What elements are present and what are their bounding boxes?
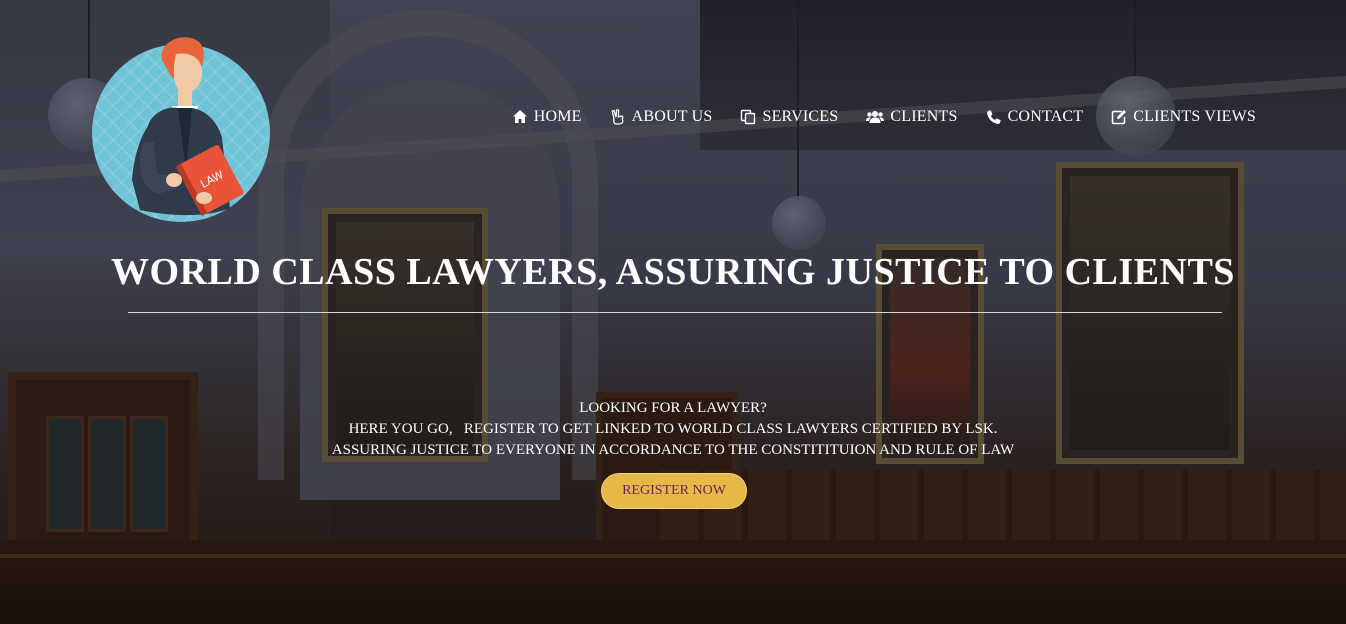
nav-contact-label: CONTACT [1007,108,1084,125]
home-icon [512,110,527,123]
nav-services[interactable]: SERVICES [740,108,838,126]
nav-clients-label: CLIENTS [890,108,958,125]
nav-services-label: SERVICES [762,108,839,125]
hero-divider [128,312,1222,313]
hero-description: LOOKING FOR A LAWYER? HERE YOU GO, REGIS… [0,398,1346,461]
edit-icon [1112,110,1127,125]
nav-home-label: HOME [533,108,582,125]
nav-contact[interactable]: CONTACT [986,108,1084,126]
site-logo[interactable]: LAW [92,37,270,222]
nav-clients[interactable]: CLIENTS [866,108,957,126]
hero-title: WORLD CLASS LAWYERS, ASSURING JUSTICE TO… [111,251,1235,293]
copy-icon [741,109,756,125]
peace-hand-icon [611,109,624,125]
hero-line-1: LOOKING FOR A LAWYER? [579,400,767,416]
nav-clients-views-label: CLIENTS VIEWS [1133,108,1256,125]
users-icon [866,111,885,123]
main-navigation: HOME ABOUT US SERVICES CLIENTS CONTACT C… [512,108,1256,126]
hero-line-3: ASSURING JUSTICE TO EVERYONE IN ACCORDAN… [331,442,1015,458]
lawyer-illustration: LAW [132,37,244,216]
nav-about-us[interactable]: ABOUT US [610,108,713,126]
register-now-button[interactable]: REGISTER NOW [601,473,747,509]
nav-home[interactable]: HOME [512,108,582,126]
nav-about-us-label: ABOUT US [631,108,713,125]
nav-clients-views[interactable]: CLIENTS VIEWS [1111,108,1256,126]
phone-icon [986,110,1001,124]
hero-line-2: HERE YOU GO, REGISTER TO GET LINKED TO W… [348,421,998,437]
